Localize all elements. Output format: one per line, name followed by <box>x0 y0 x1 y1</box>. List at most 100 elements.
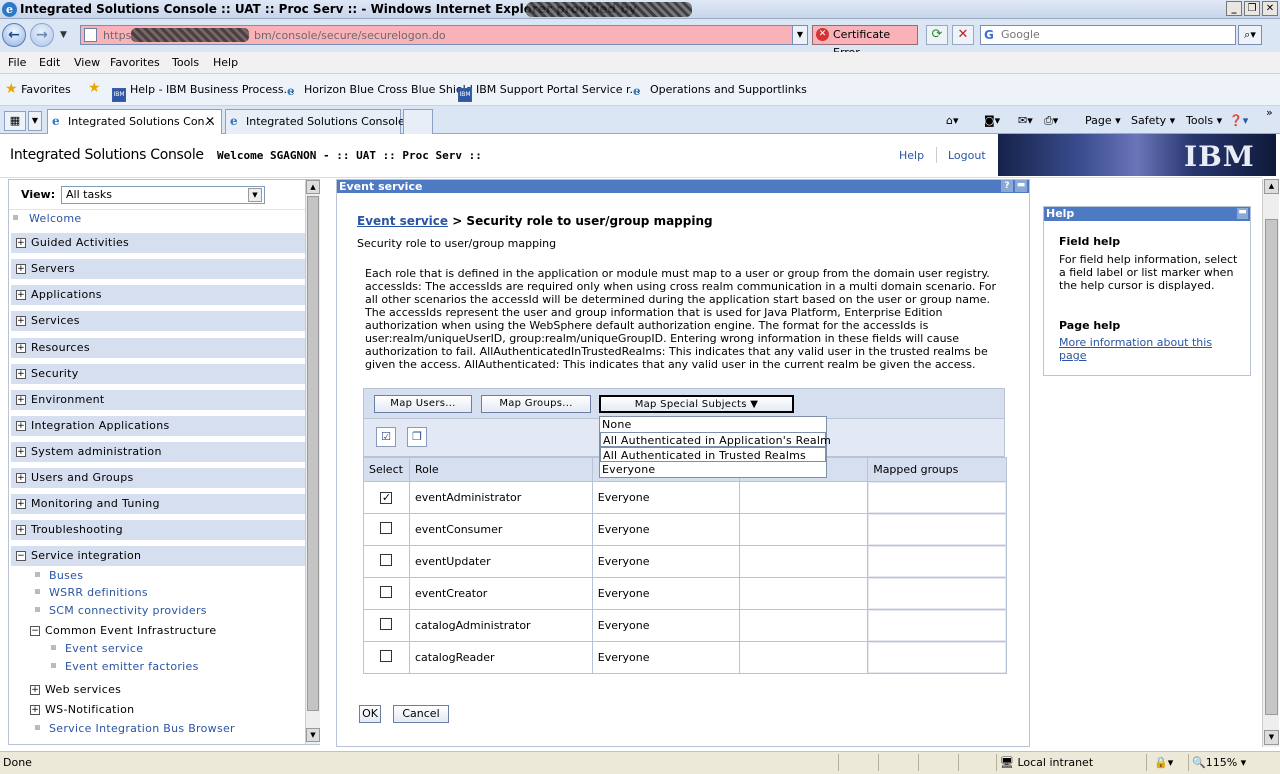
nav-web-services[interactable]: Web services <box>45 683 121 696</box>
tab-list-dropdown-icon[interactable]: ▼ <box>28 111 42 131</box>
nav-service-integration[interactable]: − Service integration <box>11 546 305 566</box>
help-icon[interactable]: ❓▾ <box>1229 114 1248 127</box>
map-special-subjects-button[interactable]: Map Special Subjects ▼ <box>599 395 794 413</box>
nav-troubleshooting[interactable]: + Troubleshooting <box>11 520 305 540</box>
nav-ws-notification[interactable]: WS-Notification <box>45 703 134 716</box>
nav-scrollbar[interactable]: ▲ ▼ <box>305 180 320 744</box>
column-header-mapped-groups[interactable]: Mapped groups <box>867 457 1007 482</box>
menu-tools[interactable]: Tools <box>172 56 199 69</box>
menu-file[interactable]: File <box>8 56 26 69</box>
scroll-up-icon[interactable]: ▲ <box>306 180 320 194</box>
map-users-button[interactable]: Map Users... <box>374 395 472 413</box>
nav-integration-applications[interactable]: + Integration Applications <box>11 416 305 436</box>
scroll-thumb[interactable] <box>307 196 319 711</box>
nav-cei[interactable]: Common Event Infrastructure <box>45 624 216 637</box>
panel-minimize-icon[interactable]: ▬ <box>1015 180 1027 192</box>
scroll-down-icon[interactable]: ▼ <box>306 728 320 742</box>
zoom-level[interactable]: 🔍115% ▾ <box>1192 756 1246 769</box>
nav-environment[interactable]: + Environment <box>11 390 305 410</box>
minimize-button[interactable]: _ <box>1226 1 1242 16</box>
nav-resources[interactable]: + Resources <box>11 338 305 358</box>
nav-sib-browser-link[interactable]: Service Integration Bus Browser <box>49 722 235 735</box>
scroll-thumb[interactable] <box>1265 219 1278 715</box>
nav-monitoring-and-tuning[interactable]: + Monitoring and Tuning <box>11 494 305 514</box>
quick-tabs-button[interactable]: ▦ <box>4 111 26 131</box>
view-select[interactable]: All tasks ▼ <box>61 186 265 204</box>
expand-icon[interactable]: + <box>30 705 40 715</box>
breadcrumb-event-service-link[interactable]: Event service <box>357 214 448 228</box>
chevron-more-icon[interactable]: » <box>1266 106 1273 119</box>
back-button[interactable]: ← <box>2 23 26 47</box>
deselect-all-icon[interactable]: ❐ <box>407 427 427 447</box>
print-icon[interactable]: ⎙▾ <box>1044 114 1058 128</box>
page-menu[interactable]: Page ▾ <box>1085 114 1121 127</box>
menu-help[interactable]: Help <box>213 56 238 69</box>
row-checkbox[interactable]: ✓ <box>380 492 393 504</box>
menu-view[interactable]: View <box>74 56 100 69</box>
row-checkbox[interactable] <box>380 618 393 630</box>
header-help-link[interactable]: Help <box>899 149 924 162</box>
search-button[interactable]: ⌕▾ <box>1238 25 1262 45</box>
address-dropdown-icon[interactable]: ▼ <box>792 26 807 44</box>
nav-event-service-link[interactable]: Event service <box>65 642 143 655</box>
close-window-button[interactable]: ✕ <box>1262 1 1278 16</box>
security-zone[interactable]: 🖥 Local intranet <box>1000 756 1093 769</box>
menu-favorites[interactable]: Favorites <box>110 56 160 69</box>
dropdown-option-all-authenticated-app-realm[interactable]: All Authenticated in Application's Realm <box>600 432 831 447</box>
select-all-icon[interactable]: ☑ <box>376 427 396 447</box>
help-minimize-icon[interactable]: ▬ <box>1237 208 1248 219</box>
nav-applications[interactable]: + Applications <box>11 285 305 305</box>
protected-mode-icon[interactable]: 🔒▾ <box>1154 756 1173 769</box>
home-icon[interactable]: ⌂▾ <box>946 114 959 127</box>
dropdown-option-everyone[interactable]: Everyone <box>600 462 826 477</box>
new-tab-button[interactable] <box>403 109 433 134</box>
tab-second[interactable]: e Integrated Solutions Console <box>225 109 405 134</box>
special-subjects-dropdown[interactable]: None All Authenticated in Application's … <box>599 416 831 478</box>
scroll-down-icon[interactable]: ▼ <box>1264 730 1279 745</box>
safety-menu[interactable]: Safety ▾ <box>1131 114 1175 127</box>
nav-guided-activities[interactable]: + Guided Activities <box>11 233 305 253</box>
tab-active[interactable]: e Integrated Solutions Con... ✕ <box>47 109 222 134</box>
favorite-link-operations[interactable]: e Operations and Supportlinks <box>633 83 807 98</box>
row-checkbox[interactable] <box>380 554 393 566</box>
row-checkbox[interactable] <box>380 522 393 534</box>
nav-system-administration[interactable]: + System administration <box>11 442 305 462</box>
nav-buses-link[interactable]: Buses <box>49 569 83 582</box>
refresh-button[interactable]: ⟳ <box>926 25 948 45</box>
page-help-link[interactable]: More information about this page <box>1059 336 1212 362</box>
ok-button[interactable]: OK <box>359 705 381 723</box>
nav-users-and-groups[interactable]: + Users and Groups <box>11 468 305 488</box>
favorite-link-horizon[interactable]: e Horizon Blue Cross Blue Shield <box>287 83 473 98</box>
search-input[interactable] <box>1001 28 1231 41</box>
add-favorite-icon[interactable]: ★ <box>88 80 101 96</box>
nav-wsrr-link[interactable]: WSRR definitions <box>49 586 148 599</box>
favorites-button[interactable]: ★ Favorites <box>5 81 71 97</box>
nav-services[interactable]: + Services <box>11 311 305 331</box>
search-box[interactable]: G <box>980 25 1236 45</box>
nav-servers[interactable]: + Servers <box>11 259 305 279</box>
expand-icon[interactable]: + <box>30 685 40 695</box>
certificate-error-button[interactable]: ✕ Certificate Error <box>812 25 918 59</box>
forward-button[interactable]: → <box>30 23 54 47</box>
dropdown-option-all-authenticated-trusted-realms[interactable]: All Authenticated in Trusted Realms <box>600 447 826 462</box>
address-bar[interactable]: https bm/console/secure/securelogon.do ▼ <box>80 25 808 45</box>
stop-button[interactable]: ✕ <box>952 25 974 45</box>
tools-menu[interactable]: Tools ▾ <box>1186 114 1222 127</box>
favorite-link-ibm-support[interactable]: IBM IBM Support Portal Service r... <box>458 83 640 102</box>
dropdown-option-none[interactable]: None <box>600 417 826 432</box>
history-dropdown-icon[interactable]: ▼ <box>60 30 67 40</box>
feeds-icon[interactable]: ◙▾ <box>984 114 1000 127</box>
page-scrollbar[interactable]: ▲ ▼ <box>1262 179 1279 747</box>
collapse-icon[interactable]: − <box>30 626 40 636</box>
nav-welcome-link[interactable]: Welcome <box>29 212 81 225</box>
logout-link[interactable]: Logout <box>948 149 986 162</box>
menu-edit[interactable]: Edit <box>39 56 60 69</box>
panel-help-icon[interactable]: ? <box>1001 180 1013 192</box>
restore-button[interactable]: ❐ <box>1244 1 1260 16</box>
row-checkbox[interactable] <box>380 650 393 662</box>
mail-icon[interactable]: ✉▾ <box>1018 114 1033 127</box>
favorite-link-ibm-help[interactable]: IBM Help - IBM Business Process... <box>112 83 294 102</box>
cancel-button[interactable]: Cancel <box>393 705 449 723</box>
close-tab-icon[interactable]: ✕ <box>205 114 215 128</box>
column-header-select[interactable]: Select <box>363 457 410 482</box>
